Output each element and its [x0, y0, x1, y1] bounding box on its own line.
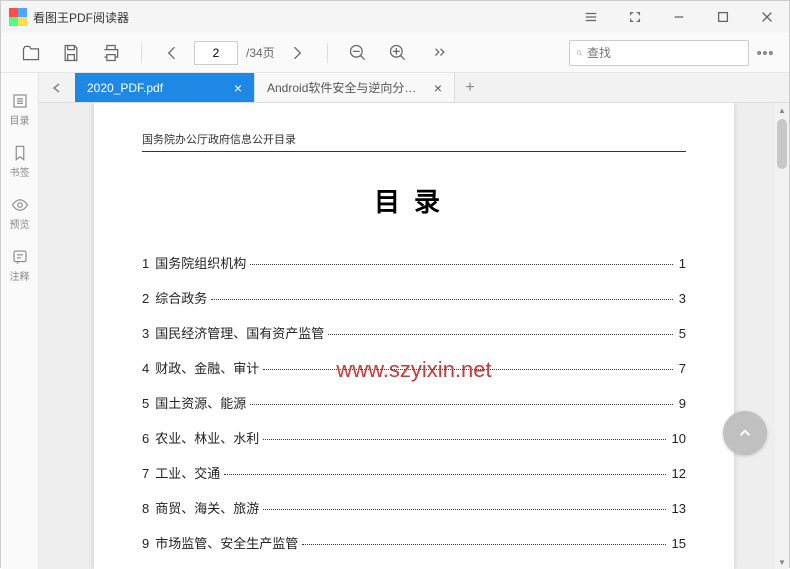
toc-item: 7工业、交通12	[142, 463, 686, 482]
viewer[interactable]: 国务院办公厅政府信息公开目录 目录 1国务院组织机构1 2综合政务3 3国民经济管理…	[39, 103, 789, 569]
sidebar: 目录 书签 预览 注释	[1, 73, 39, 569]
more-button[interactable]	[420, 37, 456, 69]
toc-item: 8商贸、海关、旅游13	[142, 498, 686, 517]
toc-item: 5国土资源、能源9	[142, 393, 686, 412]
toc-item: 4财政、金融、审计7	[142, 358, 686, 377]
zoom-in-button[interactable]	[380, 37, 416, 69]
prev-page-button[interactable]	[154, 37, 190, 69]
zoom-out-button[interactable]	[340, 37, 376, 69]
titlebar: 看图王PDF阅读器	[1, 1, 789, 33]
sidebar-item-annotations[interactable]: 注释	[1, 239, 39, 291]
pdf-page: 国务院办公厅政府信息公开目录 目录 1国务院组织机构1 2综合政务3 3国民经济管理…	[94, 103, 734, 569]
minimize-button[interactable]	[657, 1, 701, 33]
separator	[327, 43, 328, 63]
next-page-button[interactable]	[279, 37, 315, 69]
tab-close-icon[interactable]: ×	[426, 80, 442, 96]
separator	[141, 43, 142, 63]
sidebar-item-bookmarks[interactable]: 书签	[1, 135, 39, 187]
sidebar-item-preview[interactable]: 预览	[1, 187, 39, 239]
scroll-up-arrow[interactable]: ▲	[775, 103, 789, 117]
app-logo	[9, 8, 27, 26]
search-box[interactable]	[569, 40, 749, 66]
toolbar: /34页	[1, 33, 789, 73]
vertical-scrollbar[interactable]: ▲ ▼	[775, 103, 789, 569]
toc-item: 2综合政务3	[142, 288, 686, 307]
content: 国务院办公厅政府信息公开目录 目录 1国务院组织机构1 2综合政务3 3国民经济管理…	[39, 103, 789, 569]
search-input[interactable]	[587, 46, 742, 60]
scroll-down-arrow[interactable]: ▼	[775, 555, 789, 569]
tabbar: 2020_PDF.pdf × Android软件安全与逆向分析.pc × +	[39, 73, 789, 103]
app-title: 看图王PDF阅读器	[33, 9, 129, 26]
open-button[interactable]	[13, 37, 49, 69]
window-controls	[569, 1, 789, 33]
toc-item: 9市场监管、安全生产监管15	[142, 533, 686, 552]
print-button[interactable]	[93, 37, 129, 69]
doc-header: 国务院办公厅政府信息公开目录	[142, 131, 686, 152]
tab-active[interactable]: 2020_PDF.pdf ×	[75, 73, 255, 102]
main: 目录 书签 预览 注释 2020_PDF.pdf × Android软件安全与逆…	[1, 73, 789, 569]
tab-close-icon[interactable]: ×	[226, 80, 242, 96]
page-total: /34页	[246, 44, 275, 61]
toolbar-more-button[interactable]	[753, 37, 777, 69]
fullscreen-button[interactable]	[613, 1, 657, 33]
scrollbar-thumb[interactable]	[777, 119, 787, 169]
close-button[interactable]	[745, 1, 789, 33]
page-input[interactable]	[194, 41, 238, 65]
toc-item: 6农业、林业、水利10	[142, 428, 686, 447]
toc-item: 3国民经济管理、国有资产监管5	[142, 323, 686, 342]
tab-scroll-left[interactable]	[39, 73, 75, 102]
sidebar-item-toc[interactable]: 目录	[1, 83, 39, 135]
save-button[interactable]	[53, 37, 89, 69]
maximize-button[interactable]	[701, 1, 745, 33]
doc-title: 目录	[142, 182, 686, 219]
menu-button[interactable]	[569, 1, 613, 33]
scroll-top-button[interactable]	[723, 411, 767, 455]
toc-item: 1国务院组织机构1	[142, 253, 686, 272]
search-icon	[576, 46, 583, 60]
new-tab-button[interactable]: +	[455, 73, 485, 102]
tab-inactive[interactable]: Android软件安全与逆向分析.pc ×	[255, 73, 455, 102]
